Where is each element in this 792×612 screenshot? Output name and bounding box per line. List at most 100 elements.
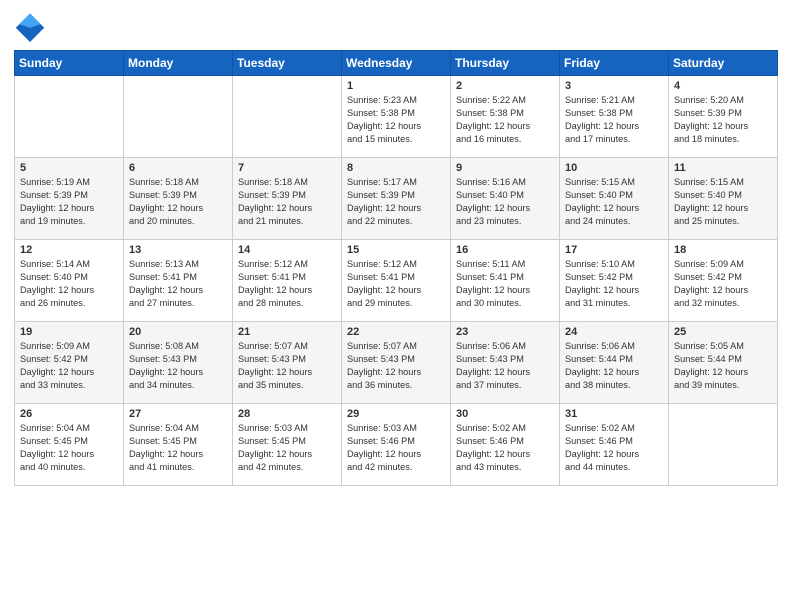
calendar-day-31: 31 Sunrise: 5:02 AM Sunset: 5:46 PM Dayli… (560, 404, 669, 486)
day-number: 3 (565, 80, 663, 92)
day-info: Sunrise: 5:04 AM Sunset: 5:45 PM Dayligh… (129, 422, 227, 474)
calendar-day-13: 13 Sunrise: 5:13 AM Sunset: 5:41 PM Dayli… (124, 240, 233, 322)
day-info: Sunrise: 5:02 AM Sunset: 5:46 PM Dayligh… (456, 422, 554, 474)
day-info: Sunrise: 5:09 AM Sunset: 5:42 PM Dayligh… (674, 258, 772, 310)
calendar-day-7: 7 Sunrise: 5:18 AM Sunset: 5:39 PM Daylig… (233, 158, 342, 240)
day-number: 22 (347, 326, 445, 338)
empty-cell (124, 76, 233, 158)
day-number: 11 (674, 162, 772, 174)
calendar-day-14: 14 Sunrise: 5:12 AM Sunset: 5:41 PM Dayli… (233, 240, 342, 322)
weekday-header-monday: Monday (124, 51, 233, 76)
day-info: Sunrise: 5:03 AM Sunset: 5:45 PM Dayligh… (238, 422, 336, 474)
logo-icon (14, 10, 46, 42)
calendar-week-5: 26 Sunrise: 5:04 AM Sunset: 5:45 PM Dayli… (15, 404, 778, 486)
day-info: Sunrise: 5:08 AM Sunset: 5:43 PM Dayligh… (129, 340, 227, 392)
day-number: 14 (238, 244, 336, 256)
weekday-header-sunday: Sunday (15, 51, 124, 76)
calendar-day-29: 29Sunrise: 5:03 AM Sunset: 5:46 PM Dayli… (342, 404, 451, 486)
calendar-day-18: 18 Sunrise: 5:09 AM Sunset: 5:42 PM Dayli… (669, 240, 778, 322)
page: SundayMondayTuesdayWednesdayThursdayFrid… (0, 0, 792, 612)
day-info: Sunrise: 5:02 AM Sunset: 5:46 PM Dayligh… (565, 422, 663, 474)
day-number: 23 (456, 326, 554, 338)
day-info: Sunrise: 5:20 AM Sunset: 5:39 PM Dayligh… (674, 94, 772, 146)
day-number: 5 (20, 162, 118, 174)
calendar-day-21: 21 Sunrise: 5:07 AM Sunset: 5:43 PM Dayli… (233, 322, 342, 404)
day-info: Sunrise: 5:06 AM Sunset: 5:44 PM Dayligh… (565, 340, 663, 392)
calendar-day-27: 27 Sunrise: 5:04 AM Sunset: 5:45 PM Dayli… (124, 404, 233, 486)
day-info: Sunrise: 5:12 AM Sunset: 5:41 PM Dayligh… (238, 258, 336, 310)
day-info: Sunrise: 5:23 AM Sunset: 5:38 PM Dayligh… (347, 94, 445, 146)
calendar-day-30: 30 Sunrise: 5:02 AM Sunset: 5:46 PM Dayli… (451, 404, 560, 486)
calendar-day-17: 17 Sunrise: 5:10 AM Sunset: 5:42 PM Dayli… (560, 240, 669, 322)
day-info: Sunrise: 5:19 AM Sunset: 5:39 PM Dayligh… (20, 176, 118, 228)
empty-cell (15, 76, 124, 158)
day-info: Sunrise: 5:05 AM Sunset: 5:44 PM Dayligh… (674, 340, 772, 392)
day-number: 7 (238, 162, 336, 174)
empty-cell (669, 404, 778, 486)
day-number: 27 (129, 408, 227, 420)
calendar-day-12: 12 Sunrise: 5:14 AM Sunset: 5:40 PM Dayli… (15, 240, 124, 322)
day-info: Sunrise: 5:15 AM Sunset: 5:40 PM Dayligh… (674, 176, 772, 228)
calendar-day-24: 24Sunrise: 5:06 AM Sunset: 5:44 PM Dayli… (560, 322, 669, 404)
day-info: Sunrise: 5:09 AM Sunset: 5:42 PM Dayligh… (20, 340, 118, 392)
day-number: 19 (20, 326, 118, 338)
weekday-header-thursday: Thursday (451, 51, 560, 76)
day-number: 31 (565, 408, 663, 420)
calendar-day-4: 4Sunrise: 5:20 AM Sunset: 5:39 PM Daylig… (669, 76, 778, 158)
weekday-header-saturday: Saturday (669, 51, 778, 76)
day-info: Sunrise: 5:18 AM Sunset: 5:39 PM Dayligh… (238, 176, 336, 228)
weekday-header-row: SundayMondayTuesdayWednesdayThursdayFrid… (15, 51, 778, 76)
day-number: 29 (347, 408, 445, 420)
calendar-table: SundayMondayTuesdayWednesdayThursdayFrid… (14, 50, 778, 486)
calendar-week-2: 5 Sunrise: 5:19 AM Sunset: 5:39 PM Daylig… (15, 158, 778, 240)
day-number: 18 (674, 244, 772, 256)
day-number: 13 (129, 244, 227, 256)
day-info: Sunrise: 5:10 AM Sunset: 5:42 PM Dayligh… (565, 258, 663, 310)
calendar-day-28: 28 Sunrise: 5:03 AM Sunset: 5:45 PM Dayli… (233, 404, 342, 486)
day-info: Sunrise: 5:22 AM Sunset: 5:38 PM Dayligh… (456, 94, 554, 146)
calendar-day-22: 22 Sunrise: 5:07 AM Sunset: 5:43 PM Dayli… (342, 322, 451, 404)
day-number: 1 (347, 80, 445, 92)
calendar-week-1: 1 Sunrise: 5:23 AM Sunset: 5:38 PM Daylig… (15, 76, 778, 158)
calendar-day-16: 16Sunrise: 5:11 AM Sunset: 5:41 PM Dayli… (451, 240, 560, 322)
day-number: 2 (456, 80, 554, 92)
calendar-day-26: 26 Sunrise: 5:04 AM Sunset: 5:45 PM Dayli… (15, 404, 124, 486)
calendar-day-11: 11 Sunrise: 5:15 AM Sunset: 5:40 PM Dayli… (669, 158, 778, 240)
day-number: 6 (129, 162, 227, 174)
calendar-day-25: 25Sunrise: 5:05 AM Sunset: 5:44 PM Dayli… (669, 322, 778, 404)
day-info: Sunrise: 5:13 AM Sunset: 5:41 PM Dayligh… (129, 258, 227, 310)
day-info: Sunrise: 5:07 AM Sunset: 5:43 PM Dayligh… (347, 340, 445, 392)
day-info: Sunrise: 5:15 AM Sunset: 5:40 PM Dayligh… (565, 176, 663, 228)
day-info: Sunrise: 5:11 AM Sunset: 5:41 PM Dayligh… (456, 258, 554, 310)
day-info: Sunrise: 5:14 AM Sunset: 5:40 PM Dayligh… (20, 258, 118, 310)
logo (14, 10, 50, 42)
header (14, 10, 778, 42)
calendar-day-19: 19 Sunrise: 5:09 AM Sunset: 5:42 PM Dayli… (15, 322, 124, 404)
day-number: 30 (456, 408, 554, 420)
weekday-header-tuesday: Tuesday (233, 51, 342, 76)
day-info: Sunrise: 5:17 AM Sunset: 5:39 PM Dayligh… (347, 176, 445, 228)
calendar-week-3: 12 Sunrise: 5:14 AM Sunset: 5:40 PM Dayli… (15, 240, 778, 322)
day-info: Sunrise: 5:07 AM Sunset: 5:43 PM Dayligh… (238, 340, 336, 392)
day-info: Sunrise: 5:16 AM Sunset: 5:40 PM Dayligh… (456, 176, 554, 228)
calendar-week-4: 19 Sunrise: 5:09 AM Sunset: 5:42 PM Dayli… (15, 322, 778, 404)
calendar-day-3: 3Sunrise: 5:21 AM Sunset: 5:38 PM Daylig… (560, 76, 669, 158)
day-info: Sunrise: 5:04 AM Sunset: 5:45 PM Dayligh… (20, 422, 118, 474)
calendar-day-6: 6 Sunrise: 5:18 AM Sunset: 5:39 PM Daylig… (124, 158, 233, 240)
day-info: Sunrise: 5:12 AM Sunset: 5:41 PM Dayligh… (347, 258, 445, 310)
day-number: 15 (347, 244, 445, 256)
day-info: Sunrise: 5:06 AM Sunset: 5:43 PM Dayligh… (456, 340, 554, 392)
day-number: 28 (238, 408, 336, 420)
day-info: Sunrise: 5:18 AM Sunset: 5:39 PM Dayligh… (129, 176, 227, 228)
calendar-day-1: 1 Sunrise: 5:23 AM Sunset: 5:38 PM Daylig… (342, 76, 451, 158)
day-number: 9 (456, 162, 554, 174)
day-number: 17 (565, 244, 663, 256)
day-number: 12 (20, 244, 118, 256)
day-number: 26 (20, 408, 118, 420)
calendar-day-9: 9 Sunrise: 5:16 AM Sunset: 5:40 PM Daylig… (451, 158, 560, 240)
day-number: 20 (129, 326, 227, 338)
calendar-day-8: 8 Sunrise: 5:17 AM Sunset: 5:39 PM Daylig… (342, 158, 451, 240)
day-number: 21 (238, 326, 336, 338)
day-number: 8 (347, 162, 445, 174)
weekday-header-wednesday: Wednesday (342, 51, 451, 76)
